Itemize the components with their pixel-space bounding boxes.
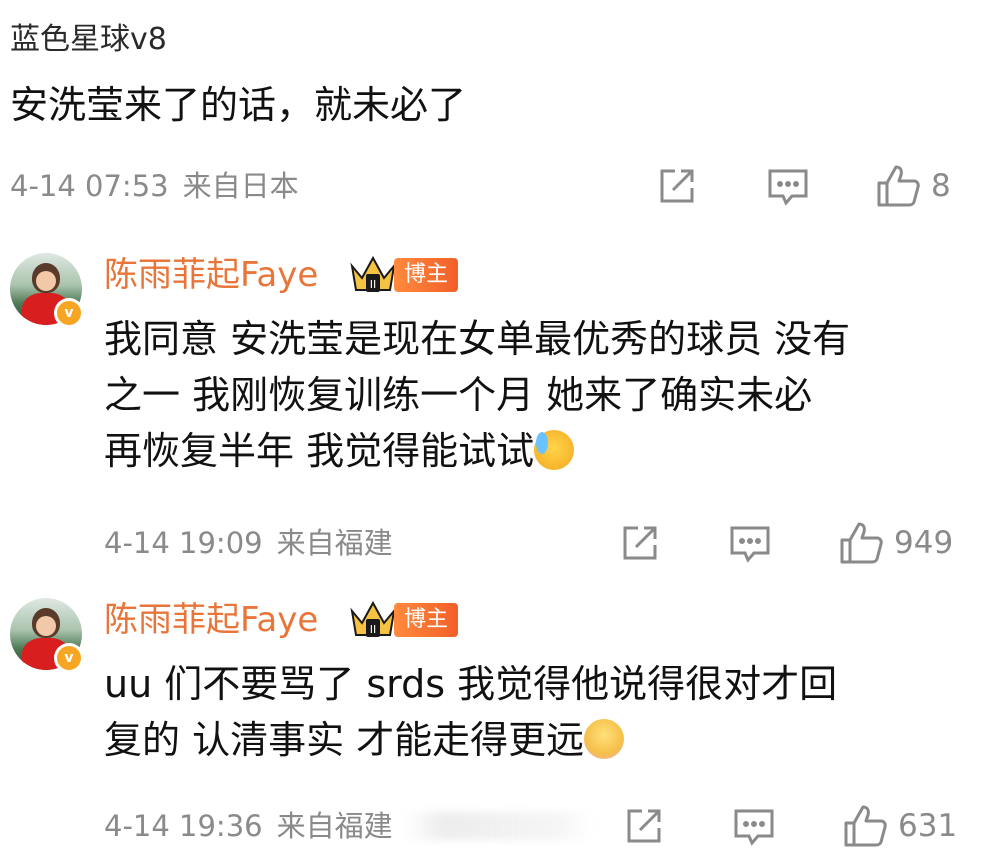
thumbs-up-icon: [840, 522, 883, 564]
comment-icon: [734, 809, 774, 846]
verified-mark: v: [64, 305, 74, 321]
share-icon: [660, 169, 694, 203]
reply-location: 来自福建: [276, 526, 393, 560]
share-button[interactable]: [654, 166, 700, 206]
crown-level: II: [370, 278, 377, 291]
comment-location: 来自日本: [182, 169, 299, 203]
comment-date: 4-14 07:53: [10, 169, 169, 203]
like-button[interactable]: 8: [875, 164, 951, 208]
cry-laugh-icon: [534, 430, 575, 470]
comment-meta: 4-14 07:53 来自日本: [10, 166, 299, 206]
verified-badge: v: [54, 298, 84, 328]
blogger-badge: 博主: [394, 258, 459, 292]
comment-button[interactable]: [727, 523, 773, 565]
comment-icon: [768, 169, 808, 206]
crown-icon: II: [348, 252, 398, 296]
comment-icon: [730, 526, 770, 563]
comment-text: 安洗莹来了的话，就未必了: [10, 83, 467, 127]
crown-icon: II: [348, 597, 398, 641]
thumbs-up-icon: [844, 805, 887, 847]
like-count: 8: [931, 168, 951, 204]
reply-meta: 4-14 19:09 来自福建: [104, 523, 393, 563]
reply-username[interactable]: 陈雨菲起Faye: [104, 253, 318, 297]
verified-mark: v: [64, 650, 74, 666]
reply-meta: 4-14 19:36 来自福建: [104, 806, 393, 846]
like-count: 949: [894, 525, 954, 561]
share-button[interactable]: [617, 523, 663, 563]
reply-text: uu 们不要骂了 srds 我觉得他说得很对才回 复的 认清事实 才能走得更远: [104, 656, 837, 768]
like-count: 631: [898, 808, 958, 844]
reply-line: 再恢复半年 我觉得能试试: [104, 423, 850, 479]
comment-button[interactable]: [731, 806, 777, 848]
reply-username[interactable]: 陈雨菲起Faye: [104, 598, 318, 642]
share-icon: [627, 809, 661, 843]
smile-icon: [584, 719, 625, 759]
reply-text: 我同意 安洗莹是现在女单最优秀的球员 没有 之一 我刚恢复训练一个月 她来了确实…: [104, 311, 850, 479]
thumbs-up-icon: [877, 165, 920, 207]
crown-level: II: [370, 623, 377, 636]
blurred-overlay: [405, 812, 595, 840]
verified-badge: v: [54, 643, 84, 673]
like-button[interactable]: 949: [838, 521, 953, 565]
reply-line: 之一 我刚恢复训练一个月 她来了确实未必: [104, 373, 813, 417]
reply-line: 复的 认清事实 才能走得更远: [104, 712, 837, 768]
reply-location: 来自福建: [276, 809, 393, 843]
like-button[interactable]: 631: [842, 804, 957, 848]
reply-line: uu 们不要骂了 srds 我觉得他说得很对才回: [104, 662, 838, 706]
reply-date: 4-14 19:09: [104, 526, 263, 560]
share-icon: [623, 526, 657, 560]
blogger-badge: 博主: [394, 603, 459, 637]
share-button[interactable]: [621, 806, 667, 846]
comment-button[interactable]: [765, 166, 811, 208]
reply-line: 我同意 安洗莹是现在女单最优秀的球员 没有: [104, 317, 851, 361]
reply-date: 4-14 19:36: [104, 809, 263, 843]
comment-username[interactable]: 蓝色星球v8: [10, 18, 167, 62]
